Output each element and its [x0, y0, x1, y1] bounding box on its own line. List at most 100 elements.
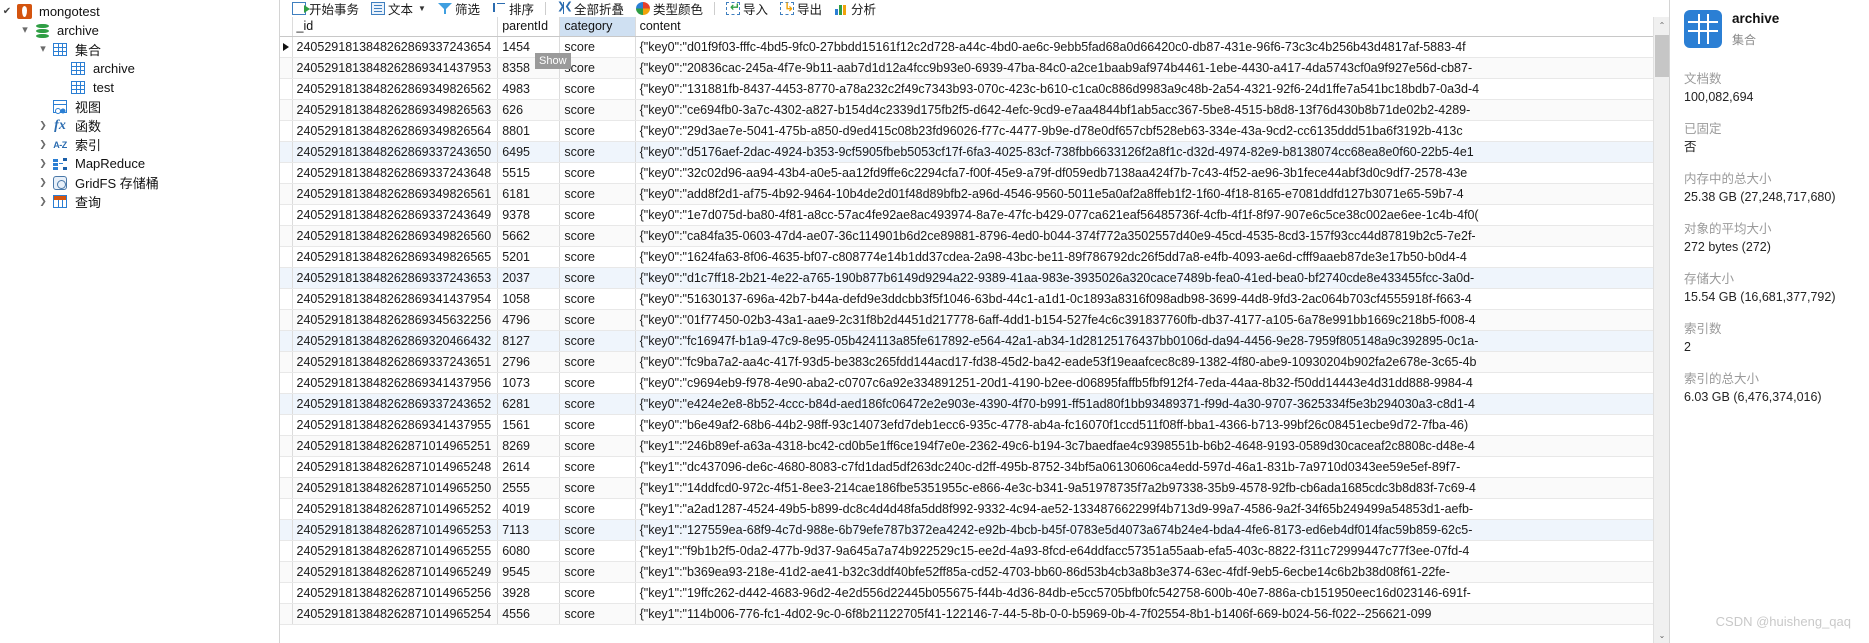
sidebar-item-查询[interactable]: 查询 [0, 192, 279, 211]
tree-twisty-icon[interactable] [36, 135, 50, 154]
cell-parentid[interactable]: 8127 [497, 330, 561, 352]
row-handle[interactable] [280, 309, 293, 331]
row-handle[interactable] [280, 78, 293, 100]
cell-category[interactable]: score [559, 351, 636, 373]
cell-id[interactable]: 2405291813848262869337243654 [292, 36, 499, 58]
cell-id[interactable]: 2405291813848262869349826562 [292, 78, 499, 100]
cell-parentid[interactable]: 5515 [497, 162, 561, 184]
cell-content[interactable]: {"key0":"add8f2d1-af75-4b92-9464-10b4de2… [635, 183, 1653, 205]
cell-id[interactable]: 2405291813848262869341437954 [292, 288, 499, 310]
table-row[interactable]: 2405291813848262869337243653 2037 score {"k… [280, 267, 1653, 289]
cell-parentid[interactable]: 1058 [497, 288, 561, 310]
cell-category[interactable]: score [559, 162, 636, 184]
cell-content[interactable]: {"key0":"d01f9f03-fffc-4bd5-9fc0-27bbdd1… [635, 36, 1653, 58]
table-row[interactable]: 2405291813848262871014965250 2555 score {"k… [280, 477, 1653, 499]
cell-content[interactable]: {"key0":"29d3ae7e-5041-475b-a850-d9ed415… [635, 120, 1653, 142]
table-row[interactable]: 2405291813848262871014965249 9545 score {"k… [280, 561, 1653, 583]
cell-content[interactable]: {"key0":"c9694eb9-f978-4e90-aba2-c0707c6… [635, 372, 1653, 394]
cell-parentid[interactable]: 2037 [497, 267, 561, 289]
cell-category[interactable]: score [559, 603, 636, 625]
row-handle[interactable] [280, 162, 293, 184]
table-row[interactable]: 2405291813848262869341437953 8358 score {"k… [280, 57, 1653, 79]
table-row[interactable]: 2405291813848262869341437956 1073 score {"k… [280, 372, 1653, 394]
cell-id[interactable]: 2405291813848262871014965253 [292, 519, 499, 541]
cell-category[interactable]: score [559, 78, 636, 100]
row-handle[interactable] [280, 330, 293, 352]
cell-category[interactable]: score [559, 36, 636, 58]
cell-content[interactable]: {"key1":"a2ad1287-4524-49b5-b899-dc8c4d4… [635, 498, 1653, 520]
cell-parentid[interactable]: 5201 [497, 246, 561, 268]
cell-category[interactable]: score [559, 330, 636, 352]
cell-id[interactable]: 2405291813848262871014965248 [292, 456, 499, 478]
cell-parentid[interactable]: 6495 [497, 141, 561, 163]
cell-category[interactable]: score [559, 309, 636, 331]
cell-category[interactable]: score [559, 519, 636, 541]
row-handle[interactable] [280, 183, 293, 205]
row-handle[interactable] [280, 267, 293, 289]
cell-content[interactable]: {"key0":"b6e49af2-68b6-44b2-98ff-93c1407… [635, 414, 1653, 436]
toolbar-button-type-color-wheel[interactable]: 类型颜色 [630, 0, 709, 17]
column-header-id[interactable]: _id [292, 17, 499, 37]
cell-id[interactable]: 2405291813848262869337243653 [292, 267, 499, 289]
cell-parentid[interactable]: 5662 [497, 225, 561, 247]
cell-id[interactable]: 2405291813848262869341437956 [292, 372, 499, 394]
cell-content[interactable]: {"key1":"dc437096-de6c-4680-8083-c7fd1da… [635, 456, 1653, 478]
table-row[interactable]: 2405291813848262869349826561 6181 score {"k… [280, 183, 1653, 205]
cell-id[interactable]: 2405291813848262869337243652 [292, 393, 499, 415]
cell-id[interactable]: 2405291813848262871014965251 [292, 435, 499, 457]
cell-category[interactable]: score [559, 288, 636, 310]
cell-content[interactable]: {"key1":"114b006-776-fc1-4d02-9c-0-6f8b2… [635, 603, 1653, 625]
cell-content[interactable]: {"key0":"01f77450-02b3-43a1-aae9-2c31f8b… [635, 309, 1653, 331]
cell-id[interactable]: 2405291813848262869341437953 [292, 57, 499, 79]
cell-parentid[interactable]: 8801 [497, 120, 561, 142]
table-row[interactable]: 2405291813848262869320466432 8127 score {"k… [280, 330, 1653, 352]
cell-parentid[interactable]: 4983 [497, 78, 561, 100]
cell-content[interactable]: {"key1":"127559ea-68f9-4c7d-988e-6b79efe… [635, 519, 1653, 541]
table-row[interactable]: 2405291813848262871014965252 4019 score {"k… [280, 498, 1653, 520]
cell-parentid[interactable]: 1073 [497, 372, 561, 394]
cell-category[interactable]: score [559, 414, 636, 436]
cell-content[interactable]: {"key0":"131881fb-8437-4453-8770-a78a232… [635, 78, 1653, 100]
sidebar-item-archive[interactable]: archive [0, 21, 279, 40]
table-row[interactable]: 2405291813848262869337243648 5515 score {"k… [280, 162, 1653, 184]
cell-parentid[interactable]: 9378 [497, 204, 561, 226]
row-handle[interactable] [280, 246, 293, 268]
documents-table[interactable]: _id parentId category content 2405291813… [280, 17, 1653, 625]
sidebar-item-集合[interactable]: 集合 [0, 40, 279, 59]
cell-parentid[interactable]: 2796 [497, 351, 561, 373]
toolbar[interactable]: 开始事务 文本 ▼ 筛选 排序 全部折叠 类型颜色 导入 导出 分析 [280, 0, 1669, 17]
cell-parentid[interactable]: 2555 [497, 477, 561, 499]
row-handle[interactable] [280, 225, 293, 247]
tree-twisty-icon[interactable] [36, 192, 50, 211]
scrollbar-thumb[interactable] [1655, 35, 1669, 77]
cell-parentid[interactable]: 6181 [497, 183, 561, 205]
sidebar-item-函数[interactable]: fx 函数 [0, 116, 279, 135]
cell-id[interactable]: 2405291813848262869337243651 [292, 351, 499, 373]
table-row[interactable]: 2405291813848262869349826562 4983 score {"k… [280, 78, 1653, 100]
table-row[interactable]: 2405291813848262871014965255 6080 score {"k… [280, 540, 1653, 562]
cell-category[interactable]: score [559, 183, 636, 205]
table-row[interactable]: 2405291813848262871014965256 3928 score {"k… [280, 582, 1653, 604]
cell-content[interactable]: {"key1":"b369ea93-218e-41d2-ae41-b32c3dd… [635, 561, 1653, 583]
cell-parentid[interactable]: 6281 [497, 393, 561, 415]
table-row[interactable]: 2405291813848262871014965251 8269 score {"k… [280, 435, 1653, 457]
sidebar-item-gridfs-存储桶[interactable]: GridFS 存储桶 [0, 173, 279, 192]
sidebar-item-视图[interactable]: 视图 [0, 97, 279, 116]
cell-content[interactable]: {"key0":"1624fa63-8f06-4635-bf07-c808774… [635, 246, 1653, 268]
cell-category[interactable]: score [559, 225, 636, 247]
row-handle[interactable] [280, 456, 293, 478]
cell-parentid[interactable]: 2614 [497, 456, 561, 478]
cell-content[interactable]: {"key1":"f9b1b2f5-0da2-477b-9d37-9a645a7… [635, 540, 1653, 562]
cell-parentid[interactable]: 7113 [497, 519, 561, 541]
table-row[interactable]: 2405291813848262869341437955 1561 score {"k… [280, 414, 1653, 436]
cell-id[interactable]: 2405291813848262869349826560 [292, 225, 499, 247]
row-handle[interactable] [280, 99, 293, 121]
row-handle[interactable] [280, 393, 293, 415]
cell-content[interactable]: {"key0":"32c02d96-aa94-43b4-a0e5-aa12fd9… [635, 162, 1653, 184]
cell-category[interactable]: score [559, 540, 636, 562]
cell-category[interactable]: score [559, 267, 636, 289]
scroll-up-arrow[interactable]: ⌃ [1654, 17, 1669, 33]
row-handle[interactable] [280, 561, 293, 583]
sidebar-item-mapreduce[interactable]: MapReduce [0, 154, 279, 173]
cell-content[interactable]: {"key0":"1e7d075d-ba80-4f81-a8cc-57ac4fe… [635, 204, 1653, 226]
